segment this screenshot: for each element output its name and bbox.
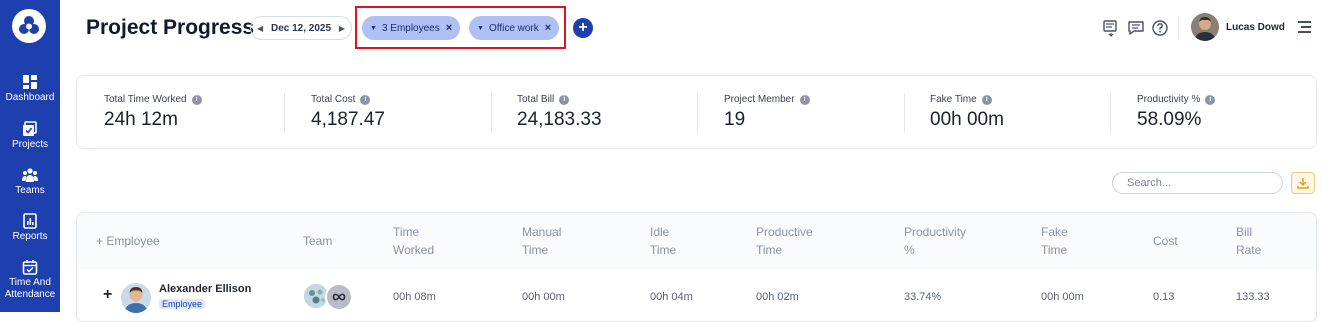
previous-date-icon[interactable]: ◀ <box>257 24 263 33</box>
page-title: Project Progress <box>86 16 255 39</box>
filter-chip-office-work[interactable]: ▼ Office work × <box>469 16 560 40</box>
menu-icon[interactable] <box>1296 20 1312 34</box>
sidebar-item-label: Time And Attendance <box>4 277 56 300</box>
employee-role-badge: Employee <box>159 299 206 309</box>
employee-name[interactable]: Alexander Ellison <box>159 283 251 295</box>
sidebar-item-label: Projects <box>11 139 49 150</box>
employee-table: + Employee Team Time Worked Manual Time Id… <box>76 212 1317 322</box>
column-header-manual-time[interactable]: Manual Time <box>522 223 561 259</box>
cell-productivity: 33.74% <box>904 291 942 303</box>
sidebar-item-reports[interactable]: Reports <box>0 213 60 243</box>
stat-total-bill: Total Bill i 24,183.33 <box>490 76 697 150</box>
sidebar-item-label: Dashboard <box>5 92 55 103</box>
screen-icon[interactable] <box>1102 19 1120 37</box>
cell-cost: 0.13 <box>1153 291 1175 303</box>
reports-icon <box>23 213 37 229</box>
team-avatar[interactable] <box>325 283 353 311</box>
stat-label: Productivity % <box>1137 94 1201 105</box>
column-header-fake-time[interactable]: Fake Time <box>1041 223 1068 259</box>
stats-panel: Total Time Worked i 24h 12m Total Cost i 4… <box>76 75 1317 149</box>
caret-down-icon: ▼ <box>477 24 484 32</box>
date-picker[interactable]: ◀ Dec 12, 2025 ▶ <box>250 16 352 40</box>
column-header-cost[interactable]: Cost <box>1153 232 1178 250</box>
close-icon[interactable]: × <box>545 22 551 34</box>
employee-avatar <box>121 283 151 313</box>
cell-productive-time: 00h 02m <box>756 291 799 303</box>
info-icon[interactable]: i <box>559 94 570 105</box>
download-button[interactable] <box>1291 172 1315 194</box>
stat-value: 00h 00m <box>930 109 1004 130</box>
calendar-check-icon <box>22 260 38 275</box>
column-header-productive-time[interactable]: Productive Time <box>756 223 813 259</box>
help-icon[interactable] <box>1151 19 1169 37</box>
chat-icon[interactable] <box>1127 19 1145 37</box>
filter-chip-label: Office work <box>488 22 539 34</box>
stat-label: Total Bill <box>517 94 555 105</box>
info-icon[interactable]: i <box>191 94 202 105</box>
sidebar-item-teams[interactable]: Teams <box>0 167 60 197</box>
user-avatar[interactable] <box>1191 13 1219 41</box>
filter-chip-label: 3 Employees <box>381 22 440 34</box>
stat-total-time-worked: Total Time Worked i 24h 12m <box>77 76 284 150</box>
info-icon[interactable]: i <box>1205 94 1216 105</box>
stat-label: Fake Time <box>930 94 977 105</box>
column-header-productivity[interactable]: Productivity% <box>904 223 966 259</box>
sidebar-item-label: Teams <box>15 185 45 196</box>
employee-avatar-image <box>121 283 151 313</box>
close-icon[interactable]: × <box>446 22 452 34</box>
download-icon <box>1297 178 1309 189</box>
sidebar-item-label: Reports <box>12 231 48 242</box>
stat-label: Total Time Worked <box>104 94 187 105</box>
logo-icon <box>19 16 39 34</box>
caret-down-icon: ▼ <box>370 24 377 32</box>
next-date-icon[interactable]: ▶ <box>339 24 345 33</box>
filter-chip-employees[interactable]: ▼ 3 Employees × <box>362 16 461 40</box>
column-header-bill-rate[interactable]: Bill Rate <box>1236 223 1261 259</box>
cell-idle-time: 00h 04m <box>650 291 693 303</box>
stat-project-member: Project Member i 19 <box>697 76 904 150</box>
infinity-icon <box>332 293 346 301</box>
column-header-employee[interactable]: + Employee <box>96 232 160 250</box>
add-filter-button[interactable]: + <box>573 18 593 38</box>
info-icon[interactable]: i <box>360 94 371 105</box>
column-header-team[interactable]: Team <box>303 232 332 250</box>
sidebar: Dashboard Projects Teams Reports Time An… <box>0 0 60 312</box>
cell-bill-rate: 133.33 <box>1236 291 1270 303</box>
column-header-idle-time[interactable]: Idle Time <box>650 223 676 259</box>
column-header-time-worked[interactable]: Time Worked <box>393 223 434 259</box>
user-name[interactable]: Lucas Dowd <box>1226 22 1285 33</box>
stat-total-cost: Total Cost i 4,187.47 <box>284 76 491 150</box>
stat-label: Total Cost <box>311 94 356 105</box>
user-avatar-image <box>1191 13 1219 41</box>
date-label: Dec 12, 2025 <box>270 22 332 34</box>
stat-value: 19 <box>724 109 746 130</box>
stat-fake-time: Fake Time i 00h 00m <box>903 76 1110 150</box>
dashboard-icon <box>23 75 37 89</box>
stat-productivity: Productivity % i 58.09% <box>1110 76 1317 150</box>
cell-manual-time: 00h 00m <box>522 291 565 303</box>
stat-value: 24h 12m <box>104 109 178 130</box>
sidebar-item-time-and-attendance[interactable]: Time And Attendance <box>0 259 60 301</box>
table-header: + Employee Team Time Worked Manual Time Id… <box>77 213 1316 269</box>
app-logo[interactable] <box>12 9 46 43</box>
teams-icon <box>22 168 38 182</box>
projects-icon <box>23 121 37 136</box>
stat-value: 58.09% <box>1137 109 1202 130</box>
sidebar-item-projects[interactable]: Projects <box>0 121 60 151</box>
stat-value: 4,187.47 <box>311 109 385 130</box>
info-icon[interactable]: i <box>981 94 992 105</box>
stat-value: 24,183.33 <box>517 109 602 130</box>
sidebar-item-dashboard[interactable]: Dashboard <box>0 74 60 104</box>
search-input[interactable] <box>1112 172 1283 194</box>
header-divider <box>1178 16 1179 40</box>
cell-fake-time: 00h 00m <box>1041 291 1084 303</box>
expand-row-button[interactable]: + <box>103 286 112 304</box>
cell-time-worked: 00h 08m <box>393 291 436 303</box>
stat-label: Project Member <box>724 94 795 105</box>
info-icon[interactable]: i <box>799 94 810 105</box>
